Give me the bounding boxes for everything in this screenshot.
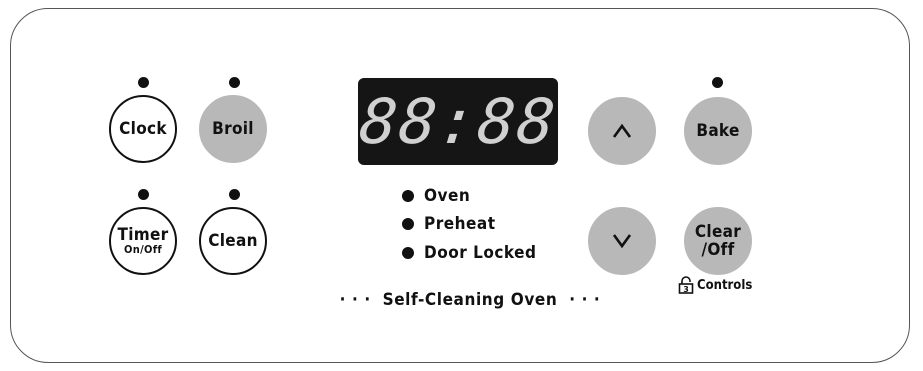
- chevron-down-icon: [612, 234, 632, 249]
- clean-button-label: Clean: [208, 231, 258, 251]
- timer-button-sublabel: On/Off: [124, 243, 162, 256]
- lock-icon: 3: [678, 276, 694, 294]
- digital-display: 88:88: [355, 78, 561, 165]
- chevron-up-icon: [612, 123, 632, 138]
- oven-indicator-dot: [402, 190, 414, 202]
- down-arrow-button[interactable]: [588, 207, 656, 275]
- lock-controls-label: 3 Controls: [678, 276, 752, 294]
- broil-button-label: Broil: [212, 119, 254, 139]
- preheat-indicator-dot: [402, 218, 414, 230]
- oven-indicator-label: Oven: [424, 186, 471, 206]
- oven-indicator: Oven: [402, 186, 470, 206]
- clean-button[interactable]: Clean: [199, 207, 267, 275]
- lock-number: 3: [683, 285, 689, 294]
- door-locked-indicator: Door Locked: [402, 243, 536, 263]
- clear-button-sublabel: /Off: [701, 240, 735, 260]
- up-arrow-button[interactable]: [588, 97, 656, 165]
- broil-indicator-light: [229, 77, 240, 88]
- clock-indicator-light: [138, 77, 149, 88]
- door-locked-indicator-label: Door Locked: [424, 243, 537, 263]
- door-locked-indicator-dot: [402, 247, 414, 259]
- display-readout: 88:88: [355, 85, 561, 158]
- clear-button-label: Clear: [694, 222, 742, 242]
- clean-indicator-light: [229, 189, 240, 200]
- bake-button-label: Bake: [696, 121, 740, 141]
- clear-off-button[interactable]: Clear /Off: [684, 207, 752, 275]
- timer-button-label: Timer: [117, 225, 169, 245]
- bake-indicator-light: [712, 77, 723, 88]
- clock-button[interactable]: Clock: [109, 95, 177, 163]
- timer-button[interactable]: Timer On/Off: [109, 207, 177, 275]
- clock-button-label: Clock: [119, 119, 167, 139]
- preheat-indicator: Preheat: [402, 214, 496, 234]
- self-cleaning-oven-label: · · · Self-Cleaning Oven · · ·: [339, 290, 601, 310]
- preheat-indicator-label: Preheat: [424, 214, 496, 234]
- bake-button[interactable]: Bake: [684, 97, 752, 165]
- controls-label: Controls: [697, 277, 753, 293]
- broil-button[interactable]: Broil: [199, 95, 267, 163]
- timer-indicator-light: [138, 189, 149, 200]
